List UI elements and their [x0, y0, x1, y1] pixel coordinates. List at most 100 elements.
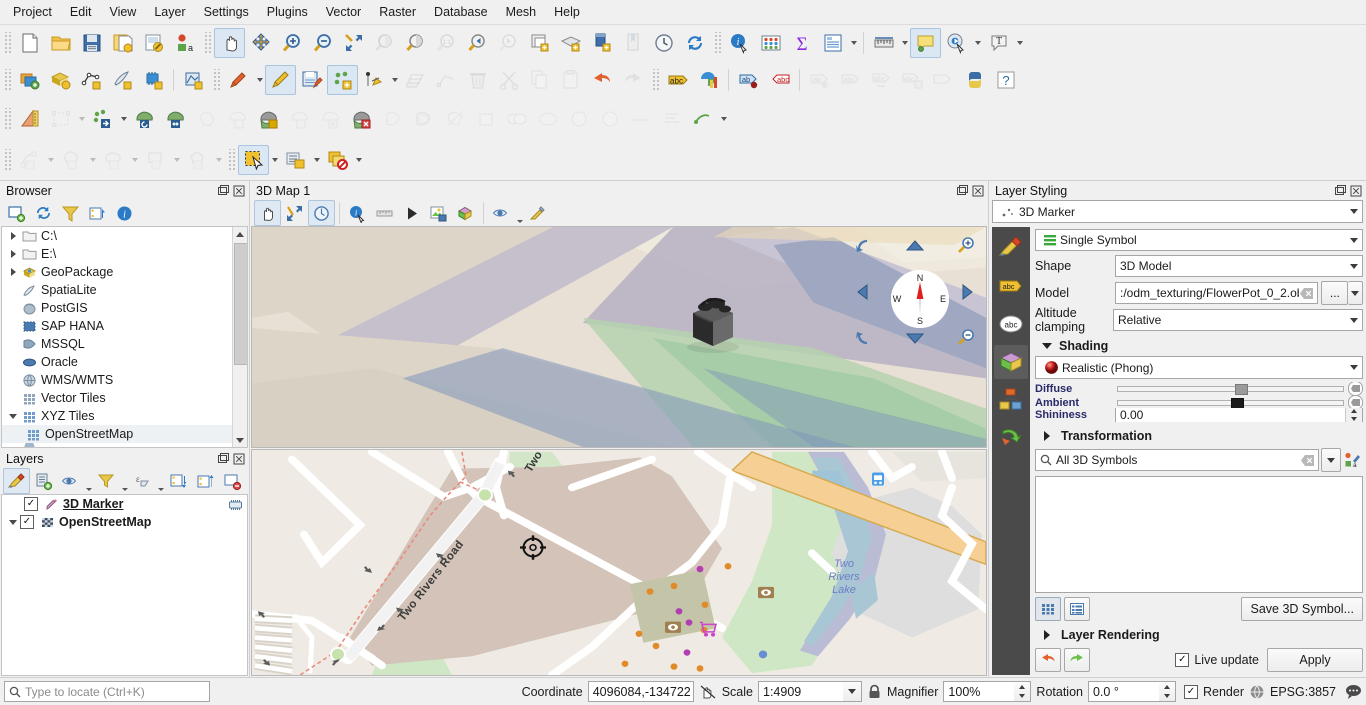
- spin-down-icon[interactable]: [1346, 415, 1362, 422]
- current-edits-button[interactable]: [223, 65, 254, 95]
- symbol-list[interactable]: [1035, 476, 1363, 593]
- layer-row-3d-marker[interactable]: ✓ 3D Marker: [2, 495, 247, 513]
- data-defined-override-icon[interactable]: [1348, 382, 1363, 396]
- expand-all-button[interactable]: [165, 468, 192, 494]
- style-manager-icon[interactable]: a: [1341, 452, 1363, 469]
- menu-layer[interactable]: Layer: [145, 2, 194, 22]
- tilt-down-icon[interactable]: [901, 324, 929, 352]
- browser-item-e-drive[interactable]: E:\: [2, 245, 247, 263]
- map-3d-navigation-widget[interactable]: N S E W: [850, 232, 980, 352]
- slider-knob[interactable]: [1235, 384, 1248, 395]
- help-contents-button[interactable]: ?: [990, 65, 1021, 95]
- layers-float-icon[interactable]: [216, 452, 229, 465]
- symbol-filter-dropdown[interactable]: [1321, 448, 1341, 472]
- digitize-with-segment-button[interactable]: [687, 104, 718, 134]
- zoom-in-button[interactable]: [276, 28, 307, 58]
- material-combo[interactable]: Realistic (Phong): [1035, 356, 1363, 379]
- measure-dropdown[interactable]: [899, 29, 910, 57]
- model-options-dropdown[interactable]: [1348, 281, 1363, 305]
- add-circular-string-button[interactable]: [14, 145, 45, 175]
- new-spatialite-layer-button[interactable]: [107, 65, 138, 95]
- zoom-to-layer-button[interactable]: [400, 28, 431, 58]
- messages-icon[interactable]: [1345, 684, 1362, 699]
- spin-buttons[interactable]: [1345, 408, 1362, 422]
- toolbar-grip-6[interactable]: [651, 69, 660, 91]
- digitize-shape-button[interactable]: [45, 104, 76, 134]
- move-feature-button[interactable]: [160, 104, 191, 134]
- browser-item-sap-hana[interactable]: SAP HANA: [2, 317, 247, 335]
- menu-database[interactable]: Database: [425, 2, 497, 22]
- add-point-feature-button[interactable]: [87, 104, 118, 134]
- browser-item-partial[interactable]: [2, 443, 247, 448]
- toolbar-grip-9[interactable]: [227, 149, 236, 171]
- collapse-triangle-icon[interactable]: [1039, 338, 1055, 354]
- expand-twist-icon[interactable]: [6, 245, 20, 263]
- browser-close-icon[interactable]: [232, 184, 245, 197]
- data-defined-override-icon[interactable]: [1348, 395, 1363, 408]
- zoom-native-button[interactable]: 1:1: [431, 28, 462, 58]
- rotation-spinbox[interactable]: 0.0 °: [1088, 681, 1176, 702]
- coordinate-field[interactable]: 4096084,-134722: [588, 681, 694, 702]
- browser-item-openstreetmap[interactable]: OpenStreetMap: [2, 425, 247, 443]
- filter-legend-expression-button[interactable]: ε: [129, 468, 156, 494]
- toolbar-grip[interactable]: [3, 32, 12, 54]
- rotate-point-symbols-button[interactable]: [563, 104, 594, 134]
- chevron-down-icon[interactable]: [1345, 359, 1362, 377]
- label-extra-button[interactable]: [928, 65, 959, 95]
- circle-dropdown[interactable]: [87, 146, 98, 174]
- pan-map-button[interactable]: [214, 28, 245, 58]
- browse-model-button[interactable]: ...: [1321, 281, 1348, 305]
- select-features-dropdown[interactable]: [269, 146, 280, 174]
- add-selected-layers-button[interactable]: [3, 200, 30, 226]
- toolbar-grip-4[interactable]: [3, 69, 12, 91]
- feature-action-dropdown[interactable]: [972, 29, 983, 57]
- ambient-slider[interactable]: [1117, 400, 1344, 406]
- chevron-down-icon[interactable]: [1345, 203, 1362, 221]
- scale-combo[interactable]: 1:4909: [758, 681, 862, 702]
- magnifier-spinbox[interactable]: 100%: [943, 681, 1031, 702]
- delete-ring-button[interactable]: [315, 104, 346, 134]
- toolbar-grip-3[interactable]: [713, 32, 722, 54]
- expand-triangle-icon[interactable]: [1039, 428, 1055, 444]
- toolbar-grip-5[interactable]: [212, 69, 221, 91]
- tilt-left-icon[interactable]: [850, 232, 878, 260]
- camera-control-icon[interactable]: [254, 200, 281, 226]
- label-toolbar-button[interactable]: abc: [662, 65, 693, 95]
- model-field[interactable]: :/odm_texturing/FlowerPot_0_2.obj: [1115, 282, 1318, 304]
- save-image-icon[interactable]: [425, 200, 452, 226]
- vertex-tool-button[interactable]: [431, 65, 462, 95]
- browser-scrollbar[interactable]: [232, 227, 247, 447]
- add-point-dropdown[interactable]: [118, 105, 129, 133]
- collapse-twist-icon[interactable]: [6, 407, 20, 425]
- scale-dropdown-icon[interactable]: [843, 681, 862, 702]
- refresh-browser-button[interactable]: [30, 200, 57, 226]
- zoom-full-extent-icon[interactable]: [281, 200, 308, 226]
- attribute-table-dropdown[interactable]: [848, 29, 859, 57]
- open-layer-styling-button[interactable]: [3, 468, 30, 494]
- expand-triangle-icon[interactable]: [1039, 627, 1055, 643]
- toolbar-grip-2[interactable]: [203, 32, 212, 54]
- add-part-button[interactable]: [253, 104, 284, 134]
- collapse-twist-icon[interactable]: [6, 513, 20, 531]
- shape-combo[interactable]: 3D Model: [1115, 255, 1363, 277]
- new-memory-layer-button[interactable]: [138, 65, 169, 95]
- zoom-to-selection-button[interactable]: [369, 28, 400, 58]
- filter-legend-dropdown[interactable]: [120, 467, 129, 495]
- slider-knob[interactable]: [1231, 398, 1244, 409]
- toggle-extents-icon[interactable]: [699, 684, 717, 700]
- python-console-button[interactable]: [959, 65, 990, 95]
- offset-point-symbol-button[interactable]: [594, 104, 625, 134]
- rotation-spin-buttons[interactable]: [1159, 681, 1176, 702]
- zoom-out-button[interactable]: [307, 28, 338, 58]
- scrollbar-thumb[interactable]: [234, 243, 248, 365]
- circular-string-dropdown[interactable]: [45, 146, 56, 174]
- add-rectangle-button[interactable]: [140, 145, 171, 175]
- menu-plugins[interactable]: Plugins: [258, 2, 317, 22]
- new-map-view-button[interactable]: [524, 28, 555, 58]
- symbol-search-field[interactable]: All 3D Symbols: [1035, 449, 1319, 471]
- layer-rendering-group-header[interactable]: Layer Rendering: [1035, 625, 1363, 645]
- run-feature-action-button[interactable]: [941, 28, 972, 58]
- temporal-controller-button[interactable]: [648, 28, 679, 58]
- undo-button[interactable]: [586, 65, 617, 95]
- browser-tree[interactable]: C:\ E:\ GeoPackage S: [1, 226, 248, 448]
